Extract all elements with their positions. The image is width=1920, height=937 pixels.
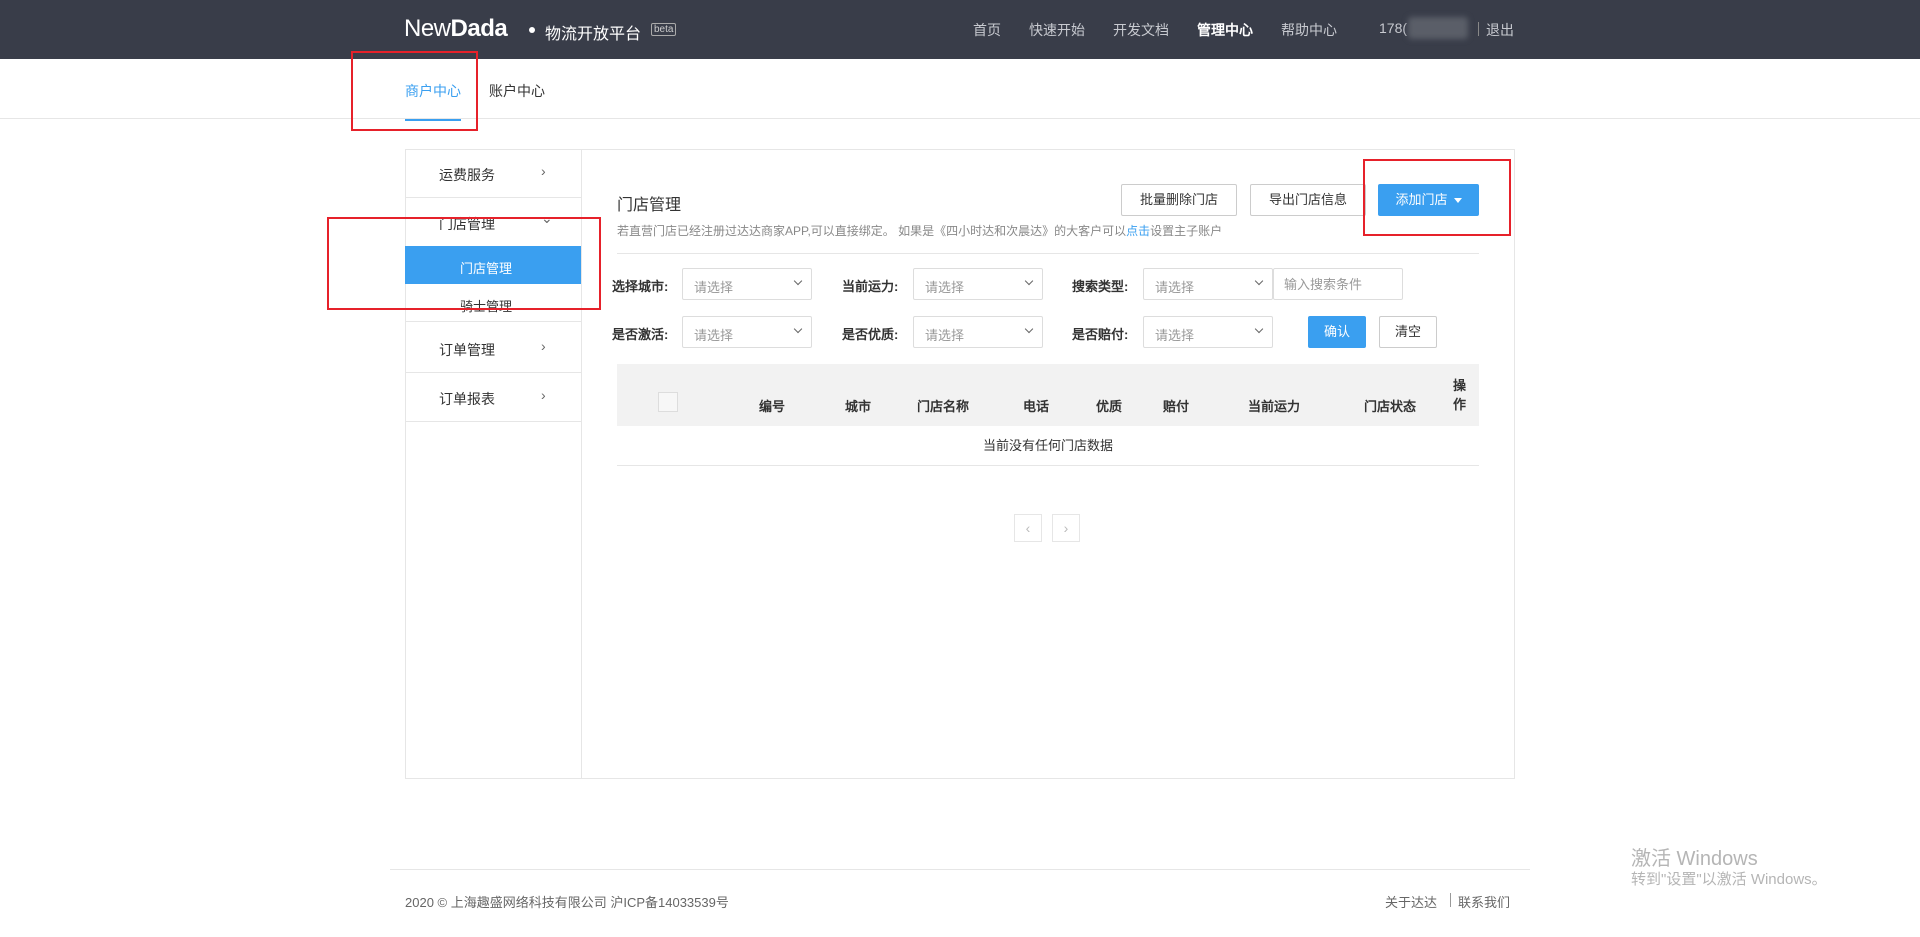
logo-dot xyxy=(529,27,535,33)
sub-tab-bar: 商户中心 账户中心 xyxy=(0,59,1920,119)
compensation-select[interactable]: 请选择 xyxy=(1143,316,1273,348)
sidebar-item-order-management[interactable]: 订单管理 › xyxy=(405,324,581,373)
column-header-compensation: 赔付 xyxy=(1163,399,1190,414)
footer-copyright: 2020 © 上海趣盛网络科技有限公司 沪ICP备14033539号 xyxy=(405,895,729,910)
column-header-quality: 优质 xyxy=(1096,399,1123,414)
column-header-store-status: 门店状态 xyxy=(1364,399,1417,414)
logo-dada-text: Dada xyxy=(450,15,508,42)
column-header-capacity: 当前运力 xyxy=(1248,399,1301,414)
sidebar-item-label: 运费服务 xyxy=(439,167,495,183)
chevron-down-icon xyxy=(1024,324,1034,334)
sidebar-item-label: 订单管理 xyxy=(439,342,495,358)
chevron-down-icon xyxy=(1254,324,1264,334)
sidebar-item-label: 订单报表 xyxy=(439,391,495,407)
page-title: 门店管理 xyxy=(617,197,682,214)
footer-contact-link[interactable]: 联系我们 xyxy=(1458,892,1510,911)
hint-text: 若直营门店已经注册过达达商家APP,可以直接绑定。 如果是《四小时达和次晨达》的… xyxy=(617,224,1127,238)
hint-link[interactable]: 点击 xyxy=(1126,224,1150,238)
actions-header-line1: 操 xyxy=(1453,378,1467,393)
chevron-right-icon: › xyxy=(541,338,546,354)
actions-header-line2: 作 xyxy=(1453,397,1467,412)
user-phone-redacted xyxy=(1408,17,1468,39)
export-store-info-button[interactable]: 导出门店信息 xyxy=(1250,184,1366,216)
select-placeholder: 请选择 xyxy=(694,328,734,343)
logout-link[interactable]: 退出 xyxy=(1486,20,1514,40)
logo[interactable]: NewDada xyxy=(404,15,508,43)
column-header-store-name: 门店名称 xyxy=(917,399,970,414)
clear-button[interactable]: 清空 xyxy=(1379,316,1437,348)
page-hint: 若直营门店已经注册过达达商家APP,可以直接绑定。 如果是《四小时达和次晨达》的… xyxy=(617,222,1222,239)
activated-select[interactable]: 请选择 xyxy=(682,316,812,348)
city-select[interactable]: 请选择 xyxy=(682,268,812,300)
column-header-id: 编号 xyxy=(759,399,786,414)
chevron-right-icon: › xyxy=(541,163,546,179)
nav-dev-docs[interactable]: 开发文档 xyxy=(1113,20,1169,40)
compensation-label: 是否赔付: xyxy=(1072,327,1129,342)
chevron-down-icon xyxy=(793,276,803,286)
city-label: 选择城市: xyxy=(612,279,669,294)
footer-divider xyxy=(390,869,1530,870)
chevron-down-icon xyxy=(793,324,803,334)
search-input[interactable] xyxy=(1273,268,1403,300)
highlight-box-add-store xyxy=(1363,159,1511,236)
logo-new-text: New xyxy=(404,15,451,42)
hint-text-suffix: 设置主子账户 xyxy=(1150,224,1223,238)
empty-table-message: 当前没有任何门店数据 xyxy=(617,426,1479,466)
select-placeholder: 请选择 xyxy=(925,280,965,295)
top-navbar: NewDada 物流开放平台 beta 首页 快速开始 开发文档 管理中心 帮助… xyxy=(0,0,1920,59)
quality-select[interactable]: 请选择 xyxy=(913,316,1043,348)
table-header: 编号 城市 门店名称 电话 优质 赔付 当前运力 门店状态 操作 xyxy=(617,364,1479,426)
pagination-prev-button[interactable]: ‹ xyxy=(1014,514,1042,542)
highlight-box-merchant-tab xyxy=(351,51,478,131)
sidebar-item-order-report[interactable]: 订单报表 › xyxy=(405,373,581,422)
nav-separator xyxy=(1478,22,1479,36)
column-header-phone: 电话 xyxy=(1023,399,1050,414)
sidebar-item-shipping-service[interactable]: 运费服务 › xyxy=(405,149,581,198)
select-placeholder: 请选择 xyxy=(1155,280,1195,295)
capacity-label: 当前运力: xyxy=(842,279,899,294)
capacity-select[interactable]: 请选择 xyxy=(913,268,1043,300)
select-placeholder: 请选择 xyxy=(694,280,734,295)
tab-account-center[interactable]: 账户中心 xyxy=(489,81,545,101)
batch-delete-stores-button[interactable]: 批量删除门店 xyxy=(1121,184,1237,216)
footer-separator xyxy=(1450,893,1451,907)
windows-activation-title: 激活 Windows xyxy=(1631,848,1758,870)
nav-quick-start[interactable]: 快速开始 xyxy=(1029,20,1085,40)
beta-badge: beta xyxy=(651,23,677,36)
confirm-button[interactable]: 确认 xyxy=(1308,316,1366,348)
activated-label: 是否激活: xyxy=(612,327,669,342)
select-placeholder: 请选择 xyxy=(1155,328,1195,343)
highlight-box-store-management xyxy=(327,217,601,310)
chevron-down-icon xyxy=(1254,276,1264,286)
nav-help-center[interactable]: 帮助中心 xyxy=(1281,20,1337,40)
quality-label: 是否优质: xyxy=(842,327,899,342)
chevron-right-icon: › xyxy=(541,387,546,403)
select-placeholder: 请选择 xyxy=(925,328,965,343)
column-header-actions: 操作 xyxy=(1453,376,1467,414)
search-type-label: 搜索类型: xyxy=(1072,279,1129,294)
user-phone[interactable]: 178( xyxy=(1379,20,1407,36)
pagination-next-button[interactable]: › xyxy=(1052,514,1080,542)
footer-about-link[interactable]: 关于达达 xyxy=(1385,892,1437,911)
nav-home[interactable]: 首页 xyxy=(973,20,1001,40)
divider xyxy=(617,253,1479,254)
platform-subtitle: 物流开放平台 xyxy=(545,26,642,43)
chevron-down-icon xyxy=(1024,276,1034,286)
column-header-city: 城市 xyxy=(845,399,872,414)
select-all-checkbox[interactable] xyxy=(658,392,678,412)
search-type-select[interactable]: 请选择 xyxy=(1143,268,1273,300)
windows-activation-hint: 转到"设置"以激活 Windows。 xyxy=(1631,871,1827,888)
nav-management-center[interactable]: 管理中心 xyxy=(1197,20,1253,40)
